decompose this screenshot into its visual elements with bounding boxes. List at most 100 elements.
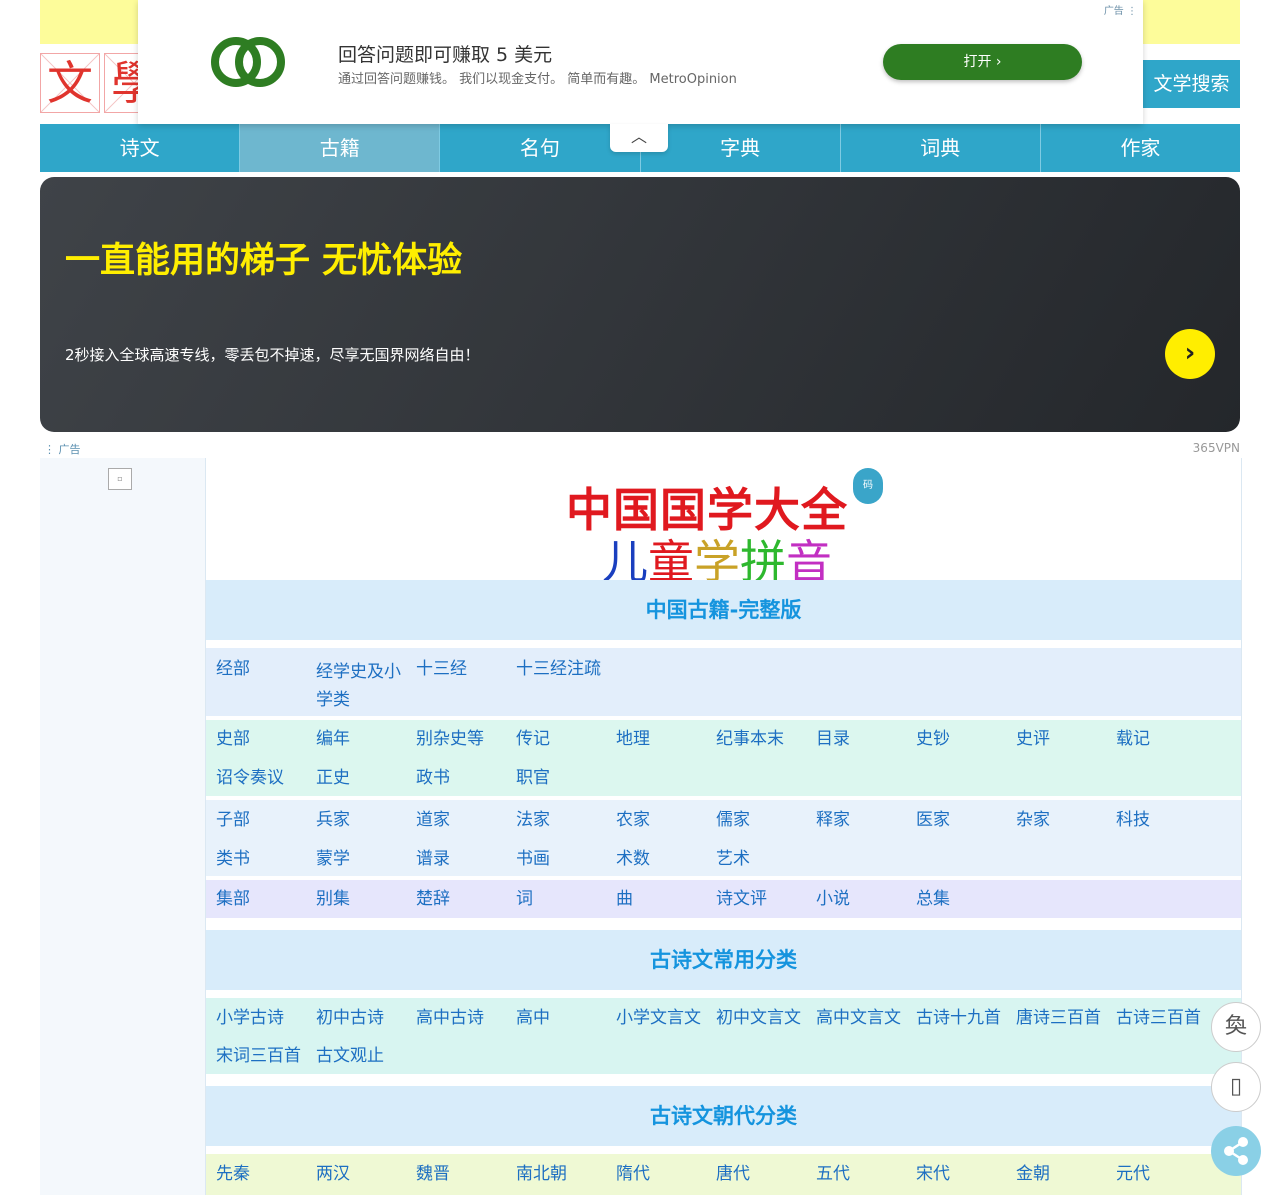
qr-code-icon[interactable]: ▯ — [1211, 1062, 1261, 1112]
link-daojia[interactable]: 道家 — [416, 809, 450, 831]
advertiser-logo-icon — [211, 37, 285, 87]
ad-title: 回答问题即可赚取 5 美元 — [338, 44, 553, 66]
link-shuhua[interactable]: 书画 — [516, 848, 550, 870]
link-xiaoxue-gushi[interactable]: 小学古诗 — [216, 1007, 284, 1029]
link-weijin[interactable]: 魏晋 — [416, 1163, 450, 1185]
link-pulu[interactable]: 谱录 — [416, 848, 450, 870]
link-zhiguan[interactable]: 职官 — [516, 767, 550, 789]
main-content: 中国国学大全 儿童学拼音 码 中国古籍-完整版 经部 经学史及小学类 十三经 十… — [205, 458, 1242, 1195]
nav-item-dictionary[interactable]: 字典 — [641, 124, 841, 172]
link-yijia[interactable]: 医家 — [916, 809, 950, 831]
link-zajia[interactable]: 杂家 — [1016, 809, 1050, 831]
link-jishibenmo[interactable]: 纪事本末 — [716, 728, 784, 750]
chevron-right-icon[interactable]: › — [1165, 329, 1215, 379]
link-gushi-sanbaishou[interactable]: 古诗三百首 — [1116, 1007, 1201, 1029]
section-title-categories: 古诗文常用分类 — [206, 930, 1241, 990]
link-mulu[interactable]: 目录 — [816, 728, 850, 750]
classics-row-shi: 史部 编年 别杂史等 传记 地理 纪事本末 目录 史钞 史评 载记 诏令奏议 正… — [206, 720, 1241, 796]
link-chuci[interactable]: 楚辞 — [416, 888, 450, 910]
link-shiwenping[interactable]: 诗文评 — [716, 888, 767, 910]
link-zhengshi[interactable]: 正史 — [316, 767, 350, 789]
link-nongjia[interactable]: 农家 — [616, 809, 650, 831]
ad-subtitle: 通过回答问题赚钱。 我们以现金支付。 简单而有趣。 MetroOpinion — [338, 72, 737, 87]
link-ci[interactable]: 词 — [516, 888, 533, 910]
simplified-traditional-toggle-icon[interactable]: 奐 — [1211, 1002, 1261, 1052]
link-gaozhong[interactable]: 高中 — [516, 1007, 550, 1029]
banner-title: 一直能用的梯子 无忧体验 — [65, 241, 463, 281]
link-shijia[interactable]: 释家 — [816, 809, 850, 831]
section-title-classics: 中国古籍-完整版 — [206, 580, 1241, 640]
link-xiaoshuo[interactable]: 小说 — [816, 888, 850, 910]
link-keji[interactable]: 科技 — [1116, 809, 1150, 831]
section-title-dynasties: 古诗文朝代分类 — [206, 1086, 1241, 1146]
nav-item-authors[interactable]: 作家 — [1041, 124, 1240, 172]
logo-char-1: 文 — [40, 53, 100, 113]
link-shushu[interactable]: 术数 — [616, 848, 650, 870]
link-shisanjing-zhushu[interactable]: 十三经注疏 — [516, 658, 601, 680]
link-wudai[interactable]: 五代 — [816, 1163, 850, 1185]
ad-label[interactable]: 广告 ⋮ — [1104, 2, 1137, 17]
link-gaozhong-gushi[interactable]: 高中古诗 — [416, 1007, 484, 1029]
link-zhuanji[interactable]: 传记 — [516, 728, 550, 750]
link-leishu[interactable]: 类书 — [216, 848, 250, 870]
banner-advertiser[interactable]: 365VPN — [1193, 441, 1240, 455]
link-zhengshu[interactable]: 政书 — [416, 767, 450, 789]
top-ad-card[interactable]: 广告 ⋮ 回答问题即可赚取 5 美元 通过回答问题赚钱。 我们以现金支付。 简单… — [138, 0, 1143, 124]
guoxue-logo[interactable]: 中国国学大全 儿童学拼音 码 — [566, 468, 883, 589]
link-shiping[interactable]: 史评 — [1016, 728, 1050, 750]
classics-row-ji: 集部 别集 楚辞 词 曲 诗文评 小说 总集 — [206, 880, 1241, 918]
link-bingjia[interactable]: 兵家 — [316, 809, 350, 831]
link-zongji[interactable]: 总集 — [916, 888, 950, 910]
link-shichao[interactable]: 史钞 — [916, 728, 950, 750]
broken-image-icon: ▫ — [108, 468, 132, 490]
link-mengxue[interactable]: 蒙学 — [316, 848, 350, 870]
link-shisanjing[interactable]: 十三经 — [416, 658, 467, 680]
link-lianghan[interactable]: 两汉 — [316, 1163, 350, 1185]
link-fajia[interactable]: 法家 — [516, 809, 550, 831]
link-jinchao[interactable]: 金朝 — [1016, 1163, 1050, 1185]
link-zibu[interactable]: 子部 — [216, 809, 250, 831]
link-biezashi[interactable]: 别杂史等 — [416, 728, 484, 750]
dynasty-row: 先秦 两汉 魏晋 南北朝 隋代 唐代 五代 宋代 金朝 元代 — [206, 1154, 1241, 1195]
link-biannian[interactable]: 编年 — [316, 728, 350, 750]
link-songdai[interactable]: 宋代 — [916, 1163, 950, 1185]
link-chuzhong-gushi[interactable]: 初中古诗 — [316, 1007, 384, 1029]
link-xianqin[interactable]: 先秦 — [216, 1163, 250, 1185]
link-xiaoxue-wenyanwen[interactable]: 小学文言文 — [616, 1007, 701, 1029]
link-suidai[interactable]: 隋代 — [616, 1163, 650, 1185]
banner-ad-label[interactable]: ⋮ 广告 — [44, 441, 81, 457]
link-gaozhong-wenyanwen[interactable]: 高中文言文 — [816, 1007, 901, 1029]
link-tangshi-sanbaishou[interactable]: 唐诗三百首 — [1016, 1007, 1101, 1029]
share-icon[interactable] — [1211, 1126, 1261, 1176]
literature-search-button[interactable]: 文学搜索 — [1143, 60, 1240, 108]
nav-item-word-dictionary[interactable]: 词典 — [841, 124, 1041, 172]
left-sidebar: ▫ — [40, 458, 205, 1195]
link-tangdai[interactable]: 唐代 — [716, 1163, 750, 1185]
link-qu[interactable]: 曲 — [616, 888, 633, 910]
link-jibu[interactable]: 集部 — [216, 888, 250, 910]
link-dili[interactable]: 地理 — [616, 728, 650, 750]
link-bieji[interactable]: 别集 — [316, 888, 350, 910]
nav-item-poetry[interactable]: 诗文 — [40, 124, 241, 172]
link-zaiji[interactable]: 载记 — [1116, 728, 1150, 750]
link-rujia[interactable]: 儒家 — [716, 809, 750, 831]
link-guwen-guanzhi[interactable]: 古文观止 — [316, 1045, 384, 1067]
qr-code-icon[interactable]: 码 — [853, 468, 883, 504]
link-yuandai[interactable]: 元代 — [1116, 1163, 1150, 1185]
link-zhaoling[interactable]: 诏令奏议 — [216, 767, 284, 789]
page: { "header": { "logo_chars": ["文", "學"], … — [0, 0, 1280, 1195]
link-gushi-shijiushou[interactable]: 古诗十九首 — [916, 1007, 1001, 1029]
banner-subtitle: 2秒接入全球高速专线，零丢包不掉速，尽享无国界网络自由！ — [65, 346, 480, 364]
link-jingxueshi[interactable]: 经学史及小学类 — [316, 658, 404, 714]
vpn-banner-ad[interactable]: 一直能用的梯子 无忧体验 2秒接入全球高速专线，零丢包不掉速，尽享无国界网络自由… — [40, 177, 1240, 432]
nav-item-classics[interactable]: 古籍 — [240, 124, 441, 172]
link-chuzhong-wenyanwen[interactable]: 初中文言文 — [716, 1007, 801, 1029]
link-nanbeichao[interactable]: 南北朝 — [516, 1163, 567, 1185]
classics-row-jing: 经部 经学史及小学类 十三经 十三经注疏 — [206, 648, 1241, 716]
link-yishu[interactable]: 艺术 — [716, 848, 750, 870]
link-jingbu[interactable]: 经部 — [216, 658, 250, 680]
link-songci-sanbaishou[interactable]: 宋词三百首 — [216, 1045, 301, 1067]
ad-collapse-icon[interactable]: ︿ — [610, 124, 668, 152]
link-shibu[interactable]: 史部 — [216, 728, 250, 750]
ad-open-button[interactable]: 打开 › — [883, 44, 1082, 80]
